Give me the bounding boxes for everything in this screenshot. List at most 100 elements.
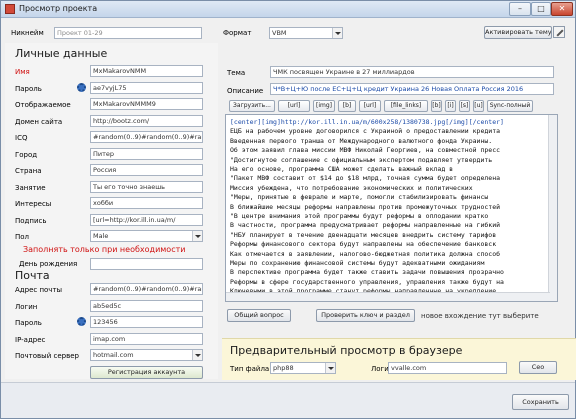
register-account-button[interactable]: Регистрация аккаунта bbox=[90, 366, 203, 379]
personal-label: Отображаемое bbox=[15, 101, 71, 109]
personal-value: хобби bbox=[93, 199, 114, 207]
preview-panel: Предварительный просмотр в браузере Тип … bbox=[222, 338, 576, 380]
description-label: Описание bbox=[227, 87, 264, 95]
editor-line: Об этом заявил глава миссии МВФ Николай … bbox=[230, 146, 501, 155]
mail-label: IP-адрес bbox=[15, 335, 46, 344]
toolbar-button[interactable]: [b] bbox=[338, 100, 356, 112]
format-value: VBM bbox=[272, 29, 287, 37]
mail-input[interactable]: hotmail.com bbox=[90, 349, 203, 361]
personal-input[interactable]: Ты его точно знаешь bbox=[90, 180, 203, 193]
editor-line: "Пакет МВФ составит от $14 до $18 млрд, … bbox=[230, 174, 501, 183]
mail-input[interactable]: ab5ed5c bbox=[90, 299, 203, 312]
save-button[interactable]: Сохранить bbox=[512, 394, 569, 410]
personal-label: Занятие bbox=[15, 183, 46, 192]
personal-input[interactable]: Россия bbox=[90, 164, 203, 176]
toolbar-button[interactable]: [i] bbox=[445, 100, 456, 112]
editor-line: Реформы в сфере государственного управле… bbox=[230, 277, 504, 286]
chevron-down-icon[interactable] bbox=[192, 231, 202, 241]
theme-input[interactable]: ЧМК посвящен Украине в 27 миллиардов bbox=[270, 66, 554, 78]
editor-line: В перспективе программа будет также став… bbox=[230, 268, 504, 277]
mail-input[interactable]: #random(0..9)#random(0..9)#random bbox=[90, 283, 203, 295]
personal-value: ae7vyjL75 bbox=[93, 83, 127, 92]
format-select[interactable]: VBM bbox=[269, 27, 343, 39]
generate-gear-icon[interactable] bbox=[77, 317, 86, 326]
preview-format-label: Тип файла bbox=[230, 365, 270, 373]
preview-name-input[interactable]: vvalle.com bbox=[388, 362, 507, 374]
general-question-button[interactable]: Общий вопрос bbox=[227, 309, 291, 322]
preview-format-select[interactable]: php88 bbox=[270, 362, 336, 374]
editor-line: Как отмечается в заявлении, налогово-бюд… bbox=[230, 249, 501, 258]
toolbar-button[interactable]: [u] bbox=[473, 100, 484, 112]
preview-format-value: php88 bbox=[273, 364, 294, 372]
mail-input[interactable]: 123456 bbox=[90, 316, 203, 328]
editor-line: На его основе, программа США может сдела… bbox=[230, 165, 454, 173]
personal-input[interactable]: ae7vyjL75 bbox=[90, 81, 203, 94]
personal-input[interactable]: Питер bbox=[90, 147, 203, 160]
mail-input[interactable]: imap.com bbox=[90, 332, 203, 345]
theme-label: Тема bbox=[227, 69, 246, 77]
personal-input[interactable]: MxMakarovNMM bbox=[90, 65, 203, 77]
personal-value: http://bootz.com/ bbox=[93, 116, 150, 125]
close-button[interactable]: ✕ bbox=[551, 2, 573, 16]
personal-value: #random(0..9)#random(0..9)#random bbox=[93, 133, 202, 141]
preview-go-button[interactable]: Сео bbox=[519, 361, 557, 374]
nickname-label: Никнейм bbox=[11, 29, 44, 37]
toolbar-button[interactable]: Sync-полный bbox=[487, 100, 533, 112]
mail-value: hotmail.com bbox=[93, 351, 134, 359]
mail-label: Пароль bbox=[15, 319, 42, 327]
birthday-input[interactable] bbox=[90, 258, 203, 270]
title-bar: Просмотр проекта – □ ✕ bbox=[1, 1, 575, 18]
toolbar-button[interactable]: [url] bbox=[359, 100, 381, 112]
chevron-down-icon[interactable] bbox=[325, 363, 335, 373]
maximize-button[interactable]: □ bbox=[531, 2, 551, 16]
personal-input[interactable]: Male bbox=[90, 230, 203, 242]
minimize-button[interactable]: – bbox=[509, 2, 531, 16]
preview-heading: Предварительный просмотр в браузере bbox=[230, 344, 463, 357]
register-label: Регистрация аккаунта bbox=[107, 368, 186, 376]
editor-line: Миссия убеждена, что потребование эконом… bbox=[230, 183, 473, 192]
generate-gear-icon[interactable] bbox=[77, 82, 86, 92]
format-label: Формат bbox=[223, 29, 252, 37]
vertical-scrollbar[interactable] bbox=[548, 115, 557, 301]
inline-hint: новое вхождение тут выберите bbox=[421, 312, 539, 320]
editor-line: [center][img]http://kor.ill.in.ua/m/600x… bbox=[230, 118, 504, 126]
personal-value: MxMakarovNMMM9 bbox=[93, 100, 156, 108]
editor-line: "Достигнутое соглашение с официальным эк… bbox=[230, 155, 493, 164]
description-input[interactable]: Ч*В+Ц+Ю после ЕС+Ц+Ц кредит Украина 26 Н… bbox=[270, 83, 554, 95]
toolbar-button[interactable]: Загрузить... bbox=[229, 100, 275, 112]
toolbar-button[interactable]: [img] bbox=[313, 100, 335, 112]
personal-input[interactable]: #random(0..9)#random(0..9)#random bbox=[90, 131, 203, 143]
mail-value: 123456 bbox=[93, 318, 118, 326]
footer-bar bbox=[1, 382, 575, 418]
personal-label: Интересы bbox=[15, 200, 52, 208]
personal-label: Домен сайта bbox=[15, 117, 63, 126]
mail-heading: Почта bbox=[15, 269, 50, 282]
personal-label: ICQ bbox=[15, 134, 28, 142]
personal-value: MxMakarovNMM bbox=[93, 67, 147, 75]
toolbar-button[interactable]: [b] bbox=[431, 100, 442, 112]
editor-line: "Меры, принятые в феврале и марте, помог… bbox=[230, 193, 489, 202]
editor-line: ЕЦБ на рабочем уровне договорился с Укра… bbox=[230, 127, 501, 136]
project-window: Просмотр проекта – □ ✕ Никнейм Проект 01… bbox=[0, 0, 576, 419]
personal-input[interactable]: http://bootz.com/ bbox=[90, 114, 203, 127]
top-action-button[interactable]: Активировать тему bbox=[484, 26, 552, 39]
horizontal-scrollbar[interactable] bbox=[226, 292, 550, 301]
mail-value: imap.com bbox=[93, 334, 126, 343]
toolbar-button[interactable]: [url] bbox=[278, 100, 310, 112]
edit-pencil-icon[interactable] bbox=[553, 26, 565, 38]
chevron-down-icon[interactable] bbox=[332, 28, 342, 38]
personal-input[interactable]: MxMakarovNMMM9 bbox=[90, 98, 203, 110]
nickname-input[interactable]: Проект 01-29 bbox=[54, 27, 202, 39]
personal-input[interactable]: хобби bbox=[90, 197, 203, 209]
editor-line: В ближайшие месяцы реформы направлены пр… bbox=[230, 202, 501, 211]
personal-label: Имя bbox=[15, 68, 30, 76]
personal-value: Питер bbox=[93, 149, 115, 158]
app-icon bbox=[5, 4, 15, 14]
toolbar-button[interactable]: [file_links] bbox=[384, 100, 428, 112]
message-editor[interactable]: [center][img]http://kor.ill.in.ua/m/600x… bbox=[225, 114, 558, 302]
personal-input[interactable]: [url=http://kor.ill.in.ua/m/ bbox=[90, 213, 203, 226]
warning-text: Заполнять только при необходимости bbox=[23, 245, 186, 254]
chevron-down-icon[interactable] bbox=[192, 350, 202, 360]
toolbar-button[interactable]: [s] bbox=[459, 100, 470, 112]
check-key-button[interactable]: Проверить ключ и раздел bbox=[316, 309, 415, 322]
